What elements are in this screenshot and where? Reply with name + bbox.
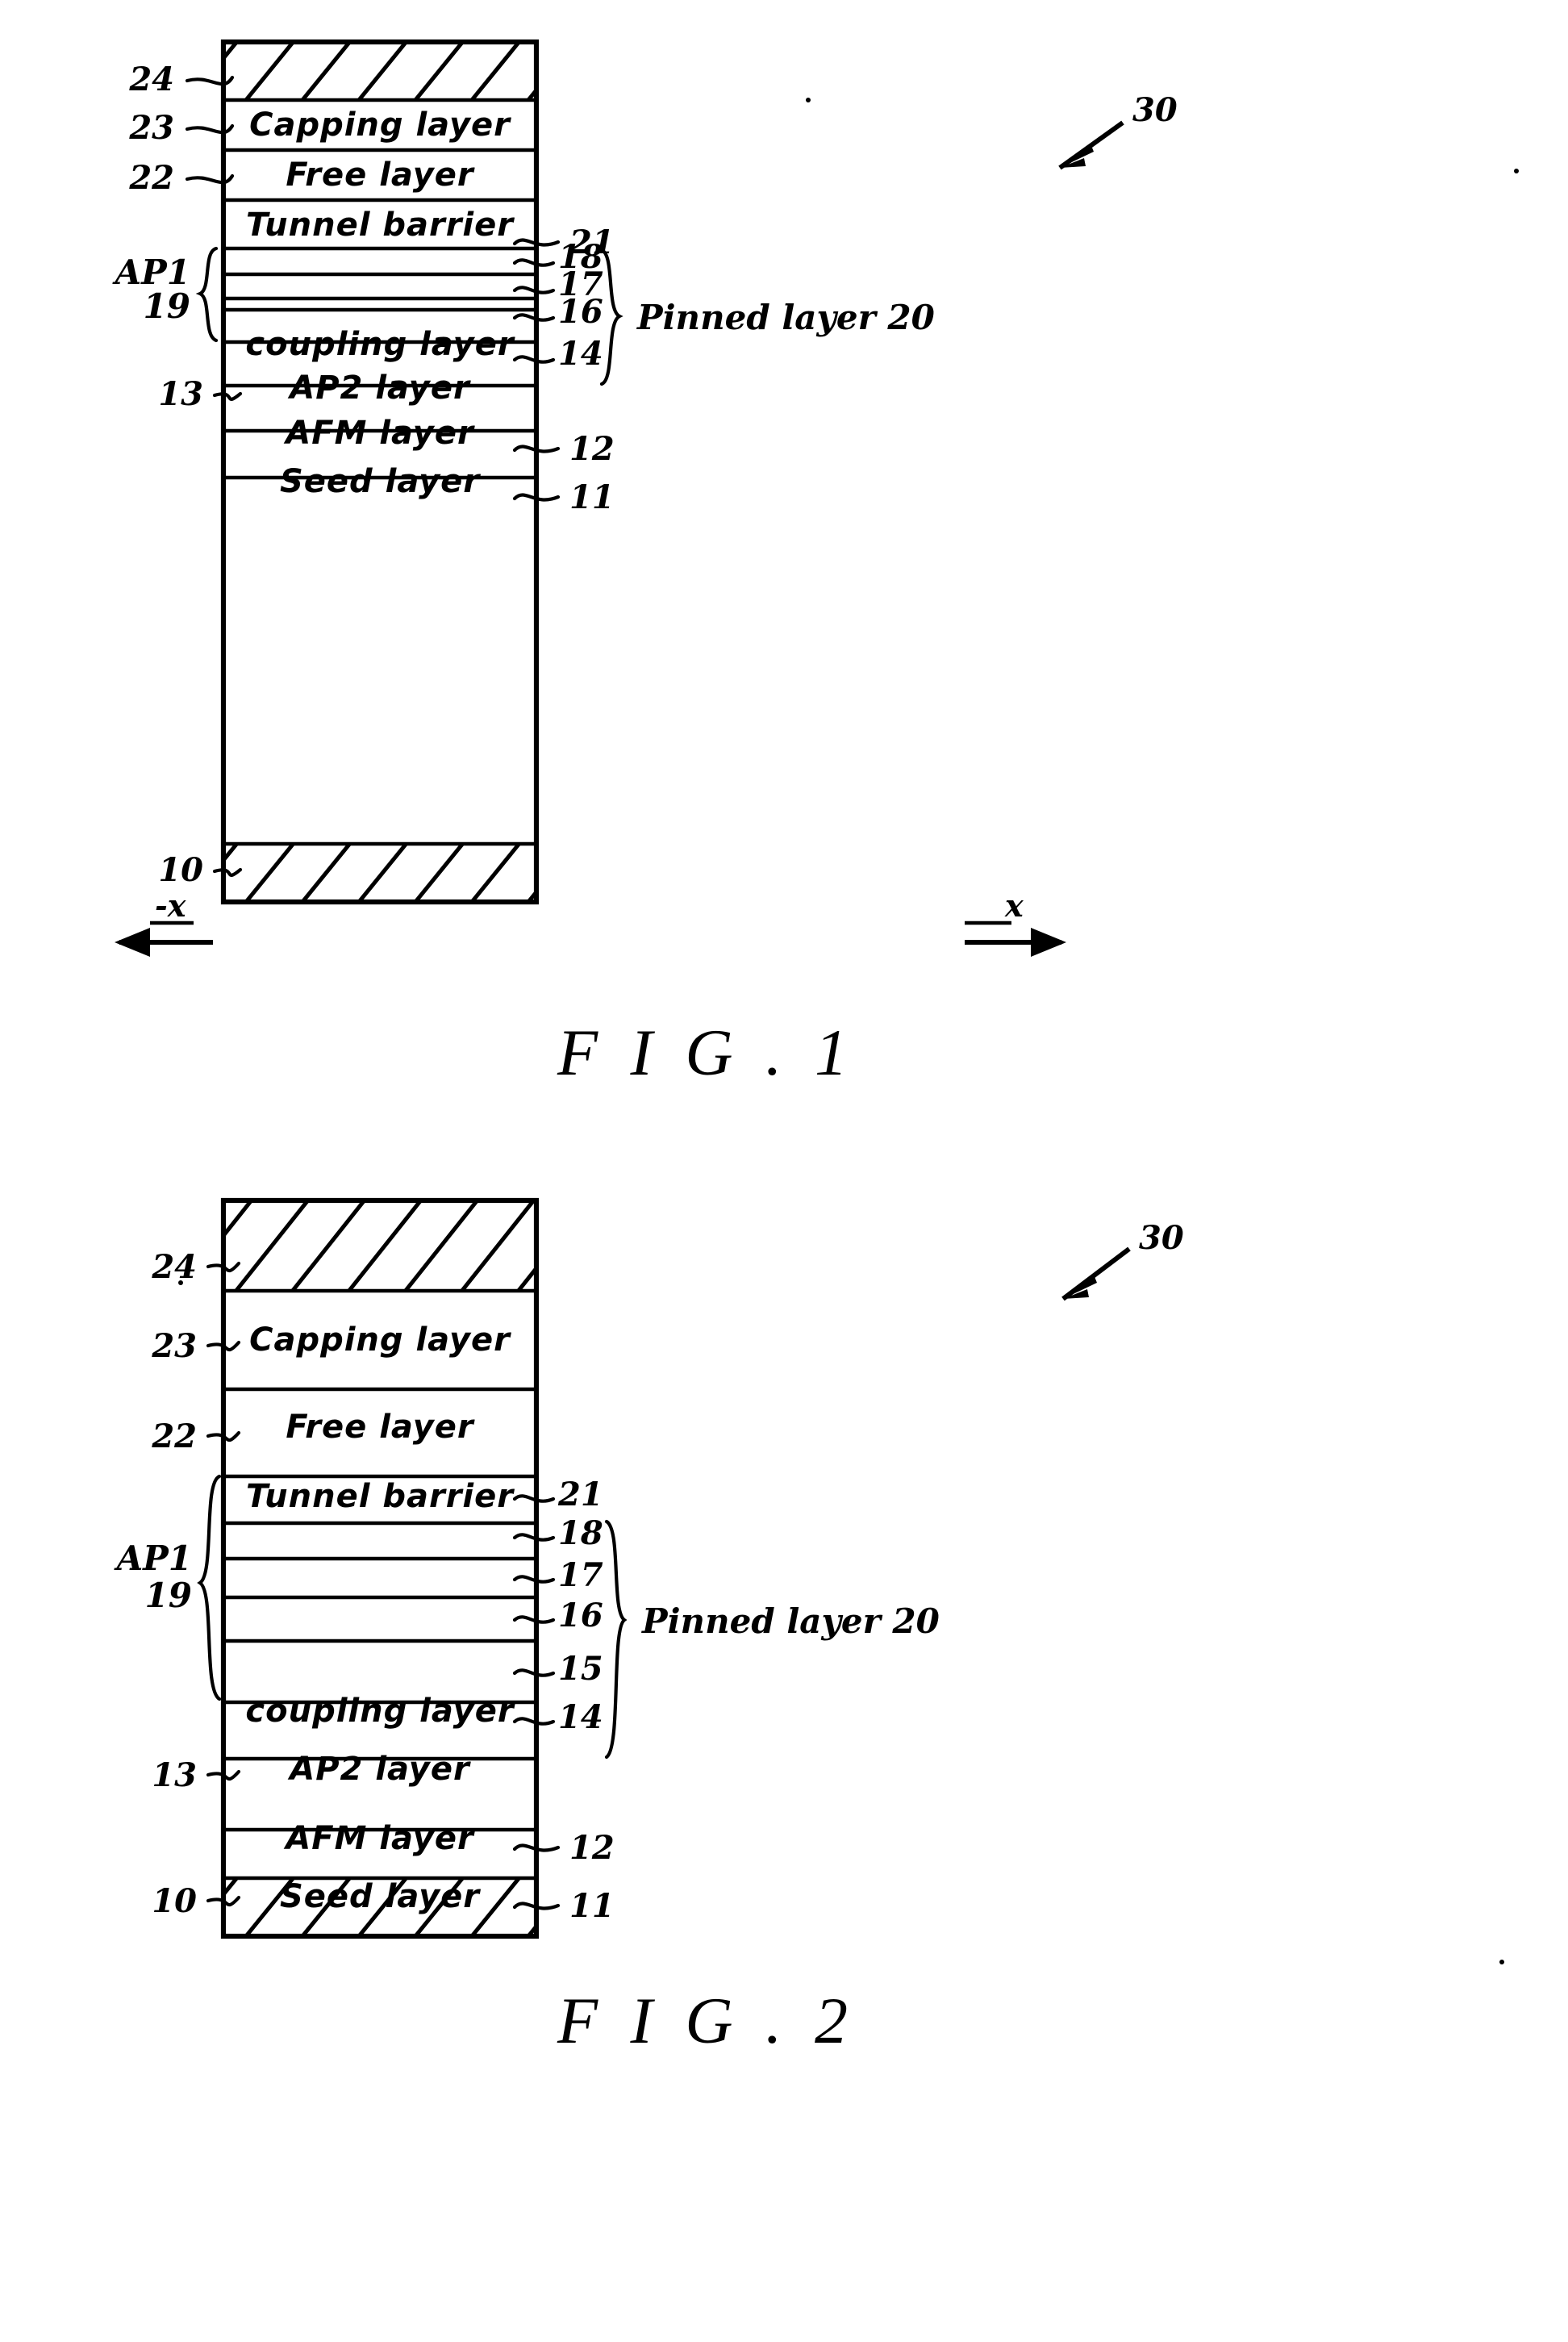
fig1-assembly-ref-text: 30 bbox=[1132, 91, 1178, 129]
fig2-caption: F I G . 2 bbox=[557, 1984, 856, 2057]
fig2-layer-label-capping: Capping layer bbox=[249, 1321, 511, 1359]
fig1-ref-23-text: 23 bbox=[128, 109, 174, 147]
fig1-ref-22: 22 bbox=[128, 159, 235, 197]
fig2-layer-label-tunnel: Tunnel barrier bbox=[246, 1478, 515, 1515]
fig2-ref-13-text: 13 bbox=[152, 1756, 197, 1794]
fig2-layer-label-seed: Seed layer bbox=[280, 1878, 481, 1915]
fig2-ref-17: 17 bbox=[512, 1556, 603, 1594]
fig2-pinned-brace: Pinned layer 20 bbox=[604, 1519, 940, 1760]
fig1-ref-22-text: 22 bbox=[128, 159, 174, 197]
fig1-ap1-number: 19 bbox=[144, 286, 190, 326]
fig2-ap1-label: AP1 bbox=[114, 1538, 192, 1578]
fig1-assembly-callout-30: 30 bbox=[1058, 91, 1178, 170]
fig2-pinned-label: Pinned layer 20 bbox=[641, 1601, 940, 1641]
fig2-ref-23-text: 23 bbox=[151, 1327, 197, 1365]
fig2-ref-15: 15 bbox=[512, 1650, 603, 1688]
fig2-ap1-brace: AP1 19 bbox=[114, 1474, 222, 1701]
fig2-ref-21: 21 bbox=[512, 1476, 603, 1513]
fig1-layer-label-capping: Capping layer bbox=[249, 106, 511, 144]
fig1-pinned-brace: Pinned layer 20 bbox=[599, 248, 935, 386]
fig1-ref-12-text: 12 bbox=[569, 430, 615, 468]
fig1-layer-label-ap2: AP2 layer bbox=[287, 369, 471, 407]
fig2-assembly-callout-30: 30 bbox=[1061, 1219, 1184, 1301]
fig2-layer-label-free: Free layer bbox=[286, 1409, 475, 1446]
fig1-caption: F I G . 1 bbox=[557, 1016, 856, 1089]
fig2-assembly-ref-text: 30 bbox=[1139, 1219, 1184, 1257]
fig1-ref-16-text: 16 bbox=[558, 293, 603, 331]
fig2-ref-17-text: 17 bbox=[558, 1556, 603, 1594]
scan-speck bbox=[178, 1280, 183, 1285]
fig2-ref-11: 11 bbox=[512, 1887, 615, 1925]
fig2-ref-15-text: 15 bbox=[558, 1650, 603, 1688]
fig2-ref-10-text: 10 bbox=[152, 1882, 197, 1920]
fig2-ref-24-text: 24 bbox=[151, 1248, 197, 1286]
fig1-layer-label-tunnel: Tunnel barrier bbox=[246, 207, 515, 244]
fig2-layer-dividers bbox=[223, 1288, 536, 1881]
fig2-layer-label-ap2: AP2 layer bbox=[287, 1751, 471, 1788]
figure-1: Capping layer Free layer Tunnel barrier … bbox=[0, 0, 1568, 1146]
fig2-layer-label-coupling: coupling layer bbox=[245, 1693, 515, 1730]
fig1-ref-14-text: 14 bbox=[558, 335, 603, 373]
fig1-layer-label-seed: Seed layer bbox=[280, 463, 481, 500]
scan-speck bbox=[806, 98, 811, 102]
fig1-layer-label-afm: AFM layer bbox=[283, 415, 475, 452]
fig1-ref-12: 12 bbox=[512, 430, 615, 468]
figure-2: Capping layer Free layer Tunnel barrier … bbox=[0, 1146, 1568, 2342]
fig2-ref-12-text: 12 bbox=[569, 1829, 615, 1867]
fig1-axis-negative-x: -x bbox=[115, 887, 213, 957]
fig1-ref-24-text: 24 bbox=[128, 61, 174, 98]
fig2-ref-21-text: 21 bbox=[557, 1476, 603, 1513]
fig2-ref-16: 16 bbox=[512, 1597, 603, 1634]
fig1-ref-13: 13 bbox=[158, 375, 243, 413]
fig2-ref-16-text: 16 bbox=[558, 1597, 603, 1634]
fig1-ref-23: 23 bbox=[128, 109, 235, 147]
fig2-ref-14-text: 14 bbox=[558, 1698, 603, 1736]
fig2-layer-label-afm: AFM layer bbox=[283, 1820, 475, 1857]
fig2-ref-22-text: 22 bbox=[151, 1417, 197, 1455]
fig1-layer-label-coupling: coupling layer bbox=[245, 326, 515, 363]
fig2-hatch-top bbox=[223, 1200, 536, 1291]
fig2-ref-12: 12 bbox=[512, 1829, 615, 1867]
fig1-pinned-label: Pinned layer 20 bbox=[636, 298, 935, 337]
fig1-axis-neg-x-label: -x bbox=[155, 887, 187, 924]
fig1-axis-positive-x: x bbox=[965, 887, 1066, 957]
fig1-axis-pos-x-label: x bbox=[1004, 887, 1024, 924]
fig1-ref-11: 11 bbox=[512, 478, 615, 516]
fig2-ref-11-text: 11 bbox=[569, 1887, 615, 1925]
scan-speck bbox=[1499, 1960, 1504, 1964]
fig1-layer-label-free: Free layer bbox=[286, 157, 475, 194]
fig2-ap1-number: 19 bbox=[145, 1576, 192, 1615]
fig2-ref-18: 18 bbox=[512, 1514, 603, 1552]
fig1-ref-13-text: 13 bbox=[158, 375, 203, 413]
fig1-ref-11-text: 11 bbox=[569, 478, 615, 516]
scan-speck bbox=[1514, 169, 1519, 173]
fig1-ap1-brace: AP1 19 bbox=[112, 246, 219, 343]
fig2-ref-18-text: 18 bbox=[558, 1514, 603, 1552]
fig1-ref-24: 24 bbox=[128, 61, 235, 98]
fig1-ref-10-text: 10 bbox=[158, 851, 203, 889]
